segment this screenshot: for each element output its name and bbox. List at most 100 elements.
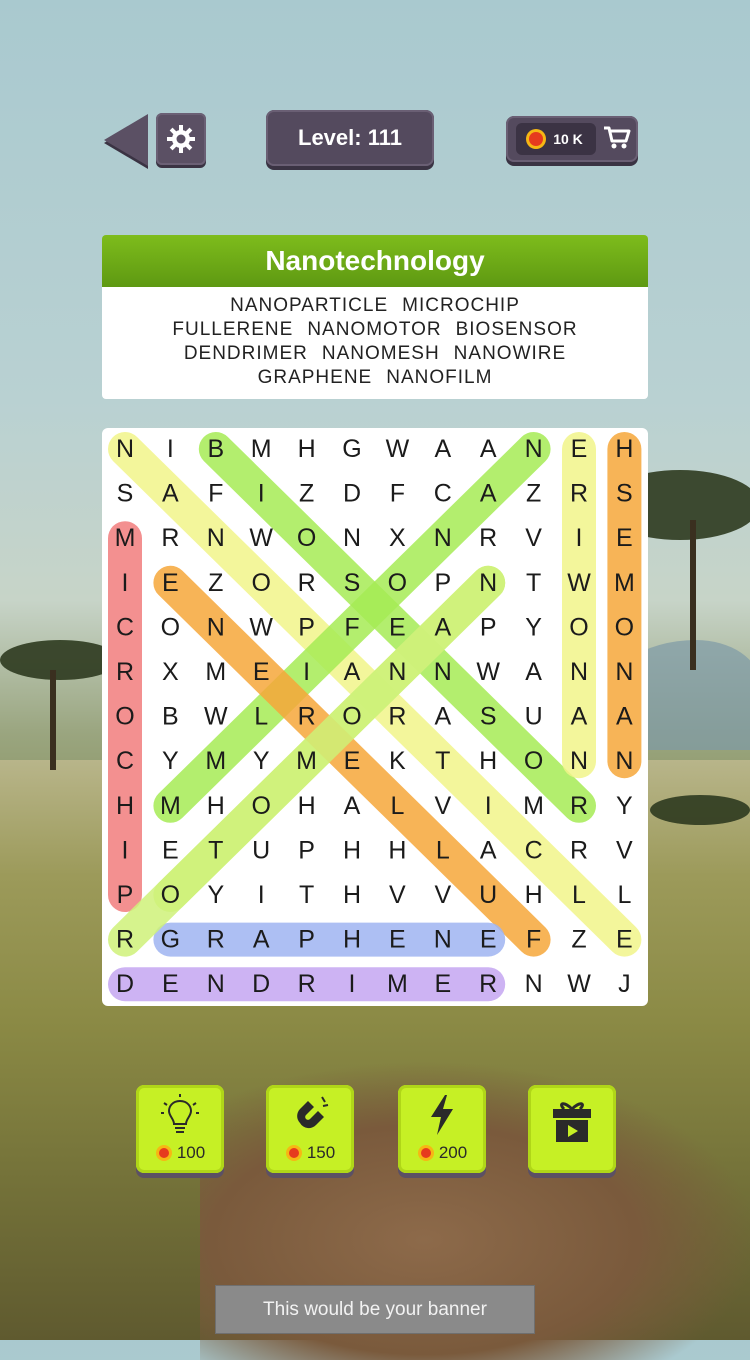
grid-letter[interactable]: O: [297, 524, 316, 552]
grid-letter[interactable]: O: [251, 792, 270, 820]
grid-letter[interactable]: H: [116, 792, 134, 820]
grid-letter[interactable]: E: [253, 658, 270, 686]
grid-letter[interactable]: R: [116, 926, 134, 954]
grid-letter[interactable]: E: [162, 970, 179, 998]
grid-letter[interactable]: R: [570, 836, 588, 864]
grid-letter[interactable]: H: [388, 836, 406, 864]
grid-letter[interactable]: E: [344, 747, 361, 775]
grid-letter[interactable]: M: [160, 792, 181, 820]
ad-banner[interactable]: This would be your banner: [215, 1285, 535, 1334]
grid-letter[interactable]: M: [115, 524, 136, 552]
grid-letter[interactable]: U: [252, 836, 270, 864]
grid-letter[interactable]: N: [570, 747, 588, 775]
grid-letter[interactable]: N: [116, 435, 134, 463]
grid-letter[interactable]: A: [525, 658, 542, 686]
grid-letter[interactable]: E: [616, 926, 633, 954]
grid-letter[interactable]: N: [207, 970, 225, 998]
grid-letter[interactable]: S: [480, 703, 497, 731]
grid-letter[interactable]: C: [434, 480, 452, 508]
grid-letter[interactable]: V: [616, 836, 633, 864]
grid-letter[interactable]: A: [434, 435, 451, 463]
grid-letter[interactable]: I: [122, 569, 129, 597]
grid-letter[interactable]: W: [204, 703, 228, 731]
grid-letter[interactable]: W: [249, 524, 273, 552]
grid-letter[interactable]: H: [479, 747, 497, 775]
grid-letter[interactable]: A: [616, 703, 633, 731]
grid-letter[interactable]: M: [251, 435, 272, 463]
grid-letter[interactable]: S: [117, 480, 134, 508]
grid-letter[interactable]: L: [617, 881, 631, 909]
grid-letter[interactable]: M: [523, 792, 544, 820]
grid-letter[interactable]: O: [524, 747, 543, 775]
grid-letter[interactable]: I: [485, 792, 492, 820]
grid-letter[interactable]: I: [258, 881, 265, 909]
grid-letter[interactable]: C: [116, 613, 134, 641]
grid-letter[interactable]: O: [161, 881, 180, 909]
grid-letter[interactable]: W: [476, 658, 500, 686]
grid-letter[interactable]: R: [388, 703, 406, 731]
grid-letter[interactable]: L: [436, 836, 450, 864]
grid-letter[interactable]: C: [116, 747, 134, 775]
grid-letter[interactable]: F: [208, 480, 223, 508]
grid-letter[interactable]: H: [298, 435, 316, 463]
grid-letter[interactable]: N: [615, 658, 633, 686]
grid-letter[interactable]: P: [434, 569, 451, 597]
grid-letter[interactable]: E: [389, 926, 406, 954]
grid-letter[interactable]: A: [434, 703, 451, 731]
grid-letter[interactable]: T: [435, 747, 450, 775]
grid-letter[interactable]: P: [117, 881, 134, 909]
grid-letter[interactable]: H: [298, 792, 316, 820]
grid-letter[interactable]: O: [161, 613, 180, 641]
grid-letter[interactable]: L: [254, 703, 268, 731]
grid-letter[interactable]: I: [303, 658, 310, 686]
grid-letter[interactable]: X: [389, 524, 406, 552]
grid-letter[interactable]: M: [205, 747, 226, 775]
grid-letter[interactable]: F: [526, 926, 541, 954]
grid-letter[interactable]: D: [343, 480, 361, 508]
grid-letter[interactable]: F: [390, 480, 405, 508]
grid-letter[interactable]: A: [480, 435, 497, 463]
grid-letter[interactable]: I: [349, 970, 356, 998]
grid-letter[interactable]: B: [162, 703, 179, 731]
grid-letter[interactable]: E: [162, 836, 179, 864]
grid-letter[interactable]: N: [570, 658, 588, 686]
grid-letter[interactable]: T: [208, 836, 223, 864]
grid-letter[interactable]: E: [162, 569, 179, 597]
grid-letter[interactable]: A: [480, 836, 497, 864]
settings-button[interactable]: [156, 113, 206, 165]
grid-letter[interactable]: A: [434, 613, 451, 641]
hint-button[interactable]: 100: [136, 1085, 224, 1173]
grid-letter[interactable]: F: [344, 613, 359, 641]
grid-letter[interactable]: O: [388, 569, 407, 597]
grid-letter[interactable]: Z: [526, 480, 541, 508]
magnet-button[interactable]: 150: [266, 1085, 354, 1173]
grid-letter[interactable]: R: [479, 524, 497, 552]
grid-letter[interactable]: P: [298, 926, 315, 954]
grid-letter[interactable]: O: [251, 569, 270, 597]
grid-letter[interactable]: Z: [571, 926, 586, 954]
grid-letter[interactable]: A: [480, 480, 497, 508]
grid-letter[interactable]: N: [434, 524, 452, 552]
grid-canvas[interactable]: N I B M H G W A A N E HS A F I Z D F C A Z R SM R N W O N X N R V I EI E Z O…: [102, 428, 648, 1006]
grid-letter[interactable]: D: [116, 970, 134, 998]
grid-letter[interactable]: Y: [253, 747, 270, 775]
grid-letter[interactable]: R: [207, 926, 225, 954]
grid-letter[interactable]: N: [525, 435, 543, 463]
grid-letter[interactable]: R: [298, 970, 316, 998]
grid-letter[interactable]: N: [525, 970, 543, 998]
grid-letter[interactable]: E: [434, 970, 451, 998]
grid-letter[interactable]: N: [615, 747, 633, 775]
grid-letter[interactable]: Y: [162, 747, 179, 775]
grid-letter[interactable]: G: [342, 435, 361, 463]
gift-video-button[interactable]: [528, 1085, 616, 1173]
grid-letter[interactable]: P: [298, 613, 315, 641]
grid-letter[interactable]: M: [205, 658, 226, 686]
grid-letter[interactable]: O: [569, 613, 588, 641]
grid-letter[interactable]: X: [162, 658, 179, 686]
grid-letter[interactable]: V: [389, 881, 406, 909]
grid-letter[interactable]: W: [386, 435, 410, 463]
grid-letter[interactable]: W: [567, 569, 591, 597]
grid-letter[interactable]: A: [571, 703, 588, 731]
grid-letter[interactable]: D: [252, 970, 270, 998]
grid-letter[interactable]: P: [480, 613, 497, 641]
